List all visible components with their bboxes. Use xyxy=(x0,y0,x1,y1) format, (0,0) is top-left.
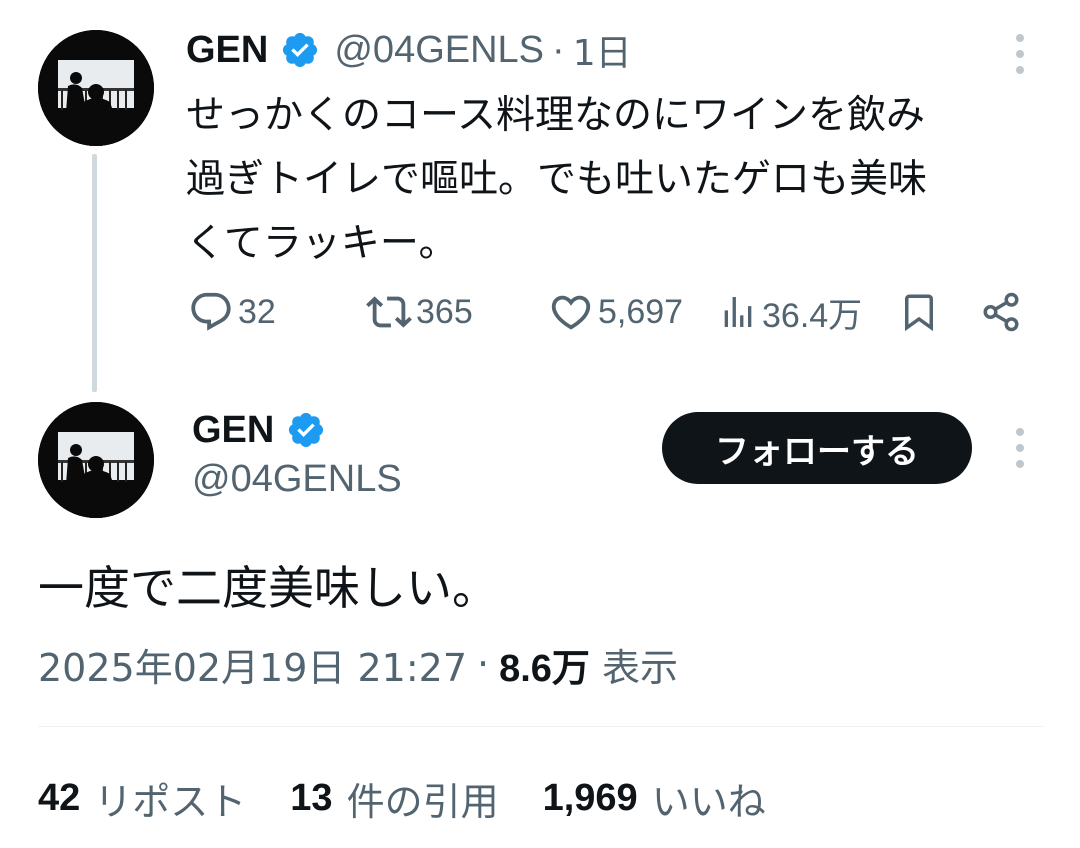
verified-badge-icon xyxy=(286,410,326,450)
views-chart-icon xyxy=(724,297,752,327)
thread-connector-line xyxy=(92,154,97,392)
stat-number: 13 xyxy=(290,776,333,819)
views-label: 表示 xyxy=(601,645,678,690)
tweet-thread: GEN @04GENLS · 1日 せっかくのコース料理なのにワインを飲み 過ぎ… xyxy=(0,0,1080,848)
stat-label: リポスト xyxy=(94,779,247,824)
tweet-date[interactable]: 2025年02月19日 21:27 xyxy=(38,637,467,692)
stat-label: いいね xyxy=(651,779,766,824)
tweet-header: GEN xyxy=(192,402,326,458)
like-button[interactable]: 5,697 xyxy=(548,288,683,336)
more-options-icon[interactable] xyxy=(1010,424,1030,472)
stat-number: 1,969 xyxy=(542,776,638,819)
tweet-text: 一度で二度美味しい。 xyxy=(38,561,498,615)
reply-count: 32 xyxy=(238,292,276,331)
author-handle[interactable]: @04GENLS xyxy=(192,458,402,501)
avatar-photo xyxy=(38,30,154,146)
tweet-text-line: 過ぎトイレで嘔吐。でも吐いたゲロも美味 xyxy=(186,157,928,202)
retweet-count: 365 xyxy=(416,292,473,331)
stat-quotes[interactable]: 13 件の引用 xyxy=(290,771,498,826)
author-name[interactable]: GEN xyxy=(192,409,274,452)
views-count: 36.4万 xyxy=(762,296,863,335)
reply-button[interactable]: 32 xyxy=(188,288,276,336)
stat-likes[interactable]: 1,969 いいね xyxy=(543,771,766,826)
follow-button[interactable]: フォローする xyxy=(662,412,972,484)
retweet-icon xyxy=(366,296,412,328)
tweet-text-line: くてラッキー。 xyxy=(186,221,458,266)
heart-icon xyxy=(551,295,591,330)
avatar[interactable] xyxy=(38,402,154,518)
author-handle[interactable]: @04GENLS xyxy=(334,29,544,72)
tweet-meta: 2025年02月19日 21:27 · 8.6万 表示 xyxy=(38,636,678,692)
tweet-time[interactable]: 1日 xyxy=(573,24,632,76)
stat-reposts[interactable]: 42 リポスト xyxy=(38,771,246,826)
more-options-icon[interactable] xyxy=(1010,30,1030,78)
tweet-text-line: せっかくのコース料理なのにワインを飲み xyxy=(186,93,926,138)
tweet-text: せっかくのコース料理なのにワインを飲み 過ぎトイレで嘔吐。でも吐いたゲロも美味 … xyxy=(186,84,1066,276)
avatar[interactable] xyxy=(38,30,154,146)
engagement-stats: 42 リポスト 13 件の引用 1,969 いいね xyxy=(38,770,766,826)
bookmark-button[interactable] xyxy=(898,288,940,336)
share-button[interactable] xyxy=(980,288,1022,336)
tweet-header: GEN @04GENLS · 1日 xyxy=(186,22,632,78)
separator-dot: · xyxy=(552,28,565,71)
like-count: 5,697 xyxy=(598,292,684,331)
views-button[interactable]: 36.4万 xyxy=(718,288,862,336)
share-icon xyxy=(983,292,1019,332)
author-name[interactable]: GEN xyxy=(186,29,268,72)
stat-label: 件の引用 xyxy=(346,779,499,824)
verified-badge-icon xyxy=(280,30,320,70)
separator-dot: · xyxy=(477,642,490,686)
reply-icon xyxy=(191,292,231,331)
avatar-photo xyxy=(38,402,154,518)
bookmark-icon xyxy=(905,294,933,332)
retweet-button[interactable]: 365 xyxy=(366,288,473,336)
stat-number: 42 xyxy=(38,776,81,819)
views-count: 8.6万 xyxy=(499,647,590,690)
divider xyxy=(38,726,1044,727)
